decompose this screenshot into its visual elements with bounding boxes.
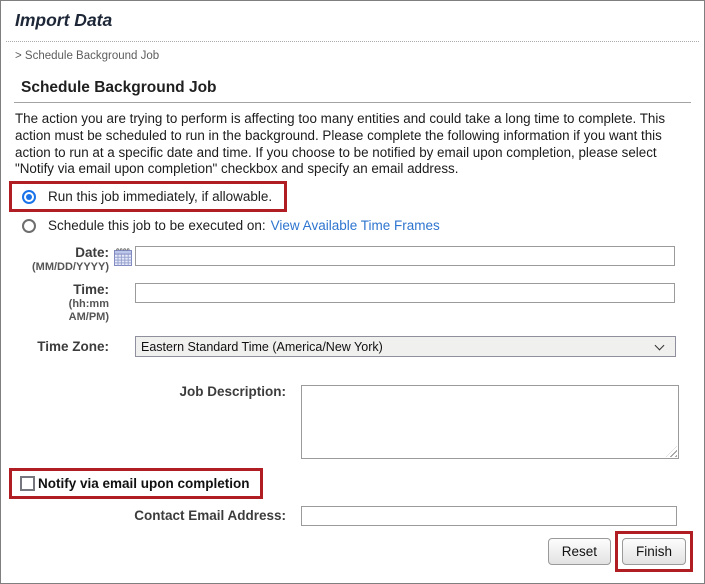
contact-email-input[interactable]	[301, 506, 677, 526]
schedule-option-row: Schedule this job to be executed on: Vie…	[22, 218, 704, 233]
contact-email-label-col: Contact Email Address:	[1, 509, 286, 523]
description-text: The action you are trying to perform is …	[15, 111, 693, 178]
date-label-col: Date: (MM/DD/YYYY)	[1, 246, 111, 273]
highlight-box-notify: Notify via email upon completion	[9, 468, 263, 499]
section-heading: Schedule Background Job	[14, 79, 691, 102]
dotted-divider	[6, 41, 699, 42]
time-zone-label: Time Zone:	[1, 340, 109, 354]
section-heading-wrap: Schedule Background Job	[14, 79, 691, 103]
time-label: Time:	[1, 283, 109, 297]
calendar-icon[interactable]	[113, 246, 133, 267]
page-frame: Import Data > Schedule Background Job Sc…	[0, 0, 705, 584]
time-input[interactable]	[135, 283, 675, 303]
reset-button[interactable]: Reset	[548, 538, 611, 565]
time-zone-select-wrap: Eastern Standard Time (America/New York)	[135, 336, 676, 357]
date-format-hint: (MM/DD/YYYY)	[1, 261, 109, 273]
job-description-row: Job Description:	[1, 385, 704, 459]
schedule-label[interactable]: Schedule this job to be executed on:	[48, 218, 266, 233]
view-time-frames-link[interactable]: View Available Time Frames	[271, 218, 440, 233]
job-description-textarea-wrap	[301, 385, 679, 459]
run-immediately-label[interactable]: Run this job immediately, if allowable.	[48, 189, 272, 204]
time-label-col: Time: (hh:mm AM/PM)	[1, 283, 111, 323]
breadcrumb[interactable]: > Schedule Background Job	[15, 50, 690, 62]
notify-checkbox[interactable]	[20, 476, 35, 491]
date-input[interactable]	[135, 246, 675, 266]
page-title: Import Data	[15, 10, 690, 31]
contact-email-label: Contact Email Address:	[1, 509, 286, 523]
notify-label[interactable]: Notify via email upon completion	[38, 476, 250, 491]
highlight-box-finish: Finish	[615, 531, 693, 572]
time-zone-row: Time Zone: Eastern Standard Time (Americ…	[1, 336, 704, 357]
schedule-radio[interactable]	[22, 219, 36, 233]
highlight-box-run-immediately: Run this job immediately, if allowable.	[9, 181, 287, 212]
finish-button[interactable]: Finish	[622, 538, 686, 565]
time-row: Time: (hh:mm AM/PM)	[1, 283, 704, 323]
time-zone-select[interactable]: Eastern Standard Time (America/New York)	[135, 336, 676, 357]
job-description-label: Job Description:	[1, 385, 286, 399]
buttons-row: Reset Finish	[1, 531, 693, 572]
time-zone-label-col: Time Zone:	[1, 340, 111, 354]
contact-email-row: Contact Email Address:	[1, 506, 704, 526]
date-label: Date:	[1, 246, 109, 260]
job-description-textarea[interactable]	[301, 385, 679, 459]
time-format-hint-line2: AM/PM)	[1, 311, 109, 323]
date-icon-slot	[111, 246, 135, 267]
job-description-label-col: Job Description:	[1, 385, 286, 399]
time-format-hint-line1: (hh:mm	[1, 298, 109, 310]
schedule-form: Date: (MM/DD/YYYY) Time: (hh:mm AM/PM)	[1, 246, 704, 572]
run-immediately-radio[interactable]	[22, 190, 36, 204]
date-row: Date: (MM/DD/YYYY)	[1, 246, 704, 273]
